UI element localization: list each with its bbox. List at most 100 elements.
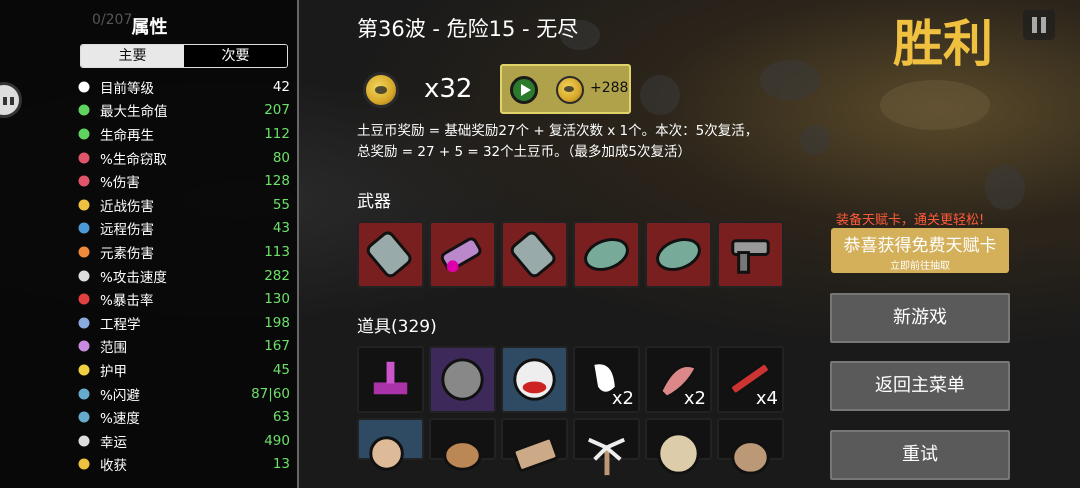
weapon-slot-spiked-shield[interactable]: [573, 221, 640, 288]
stats-tab-group: 主要 次要: [80, 44, 288, 68]
item-slot-ugly-face[interactable]: [645, 418, 712, 475]
stat-label: 元素伤害: [100, 245, 154, 262]
gatling-gun-icon: [731, 239, 770, 274]
dodge-icon: [76, 386, 92, 402]
weapon-slot-gatling-gun[interactable]: [717, 221, 784, 288]
world-enemy: [640, 75, 680, 115]
item-count: x2: [611, 388, 634, 409]
stat-value: 490: [264, 432, 290, 449]
new-game-button[interactable]: 新游戏: [830, 293, 1010, 343]
skull-icon: [76, 79, 92, 95]
reward-description: 土豆币奖励 = 基础奖励27个 + 复活次数 x 1个。本次：5次复活， 总奖励…: [357, 121, 797, 163]
item-slot-bag[interactable]: [429, 418, 496, 471]
item-slot-snail[interactable]: [357, 418, 424, 471]
stat-label: %闪避: [100, 387, 140, 404]
item-slot-clown-face[interactable]: [501, 346, 568, 413]
altar-icon: [371, 361, 410, 397]
world-enemy: [760, 60, 820, 100]
stat-value: 45: [272, 361, 290, 378]
weapon-slot-spiked-shield[interactable]: [645, 221, 712, 288]
weapon-slot-flamethrower[interactable]: [429, 221, 496, 288]
free-talent-card-button[interactable]: 恭喜获得免费天赋卡 立即前往抽取: [831, 228, 1009, 273]
stat-value: 13: [272, 456, 290, 473]
stat-row: %生命窃取 80: [76, 146, 290, 170]
stat-row: 范围 167: [76, 335, 290, 359]
items-heading: 道具(329): [357, 317, 437, 337]
world-enemy: [985, 165, 1025, 210]
stat-label: %速度: [100, 411, 140, 428]
boot-icon: [76, 409, 92, 425]
banknote-icon: [512, 436, 559, 472]
flame-icon: [76, 244, 92, 260]
stat-value: 63: [272, 409, 290, 426]
sack-icon: [731, 440, 770, 475]
stat-value: 113: [264, 243, 290, 260]
tab-secondary[interactable]: 次要: [184, 45, 287, 67]
item-slot-palm-tree[interactable]: [573, 418, 640, 476]
pause-side-button[interactable]: [0, 82, 22, 118]
weapon-slot-minigun[interactable]: [357, 221, 424, 288]
weapon-slot-minigun[interactable]: [501, 221, 568, 288]
stat-label: 工程学: [100, 316, 141, 333]
stat-value: 80: [272, 149, 290, 166]
stat-label: 收获: [100, 458, 127, 475]
minigun-icon: [366, 231, 412, 278]
spiked-shield-icon: [584, 238, 629, 271]
retry-button[interactable]: 重试: [830, 430, 1010, 480]
tab-main[interactable]: 主要: [81, 45, 184, 67]
spiked-shield-icon: [656, 238, 701, 271]
harvest-icon: [76, 456, 92, 472]
shield-icon: [76, 362, 92, 378]
potato-coin-icon: [363, 72, 399, 108]
clown-face-icon: [513, 358, 556, 401]
play-icon: [510, 76, 538, 104]
stat-row: 远程伤害 43: [76, 217, 290, 241]
clover-icon: [76, 433, 92, 449]
stat-label: 近战伤害: [100, 198, 154, 215]
reward-desc-line2: 总奖励 = 27 + 5 = 32个土豆币。（最多加成5次复活）: [357, 144, 691, 160]
crit-icon: [76, 291, 92, 307]
promo-sub-label: 立即前往抽取: [890, 261, 950, 272]
wave-title: 第36波 - 危险15 - 无尽: [357, 17, 579, 41]
pause-icon[interactable]: [1023, 10, 1055, 40]
stat-row: 生命再生 112: [76, 122, 290, 146]
main-menu-button[interactable]: 返回主菜单: [830, 361, 1010, 411]
damage-icon: [76, 173, 92, 189]
minigun-icon: [510, 231, 556, 278]
hourglass-icon: [76, 268, 92, 284]
item-slot-tooth[interactable]: x2: [573, 346, 640, 413]
bag-icon: [443, 440, 482, 471]
stat-label: 幸运: [100, 434, 127, 451]
item-slot-syringe[interactable]: x4: [717, 346, 784, 413]
promo-main-label: 恭喜获得免费天赋卡: [843, 236, 997, 256]
item-count: x2: [683, 388, 706, 409]
flamethrower-icon: [440, 237, 482, 273]
watch-ad-bonus-button[interactable]: +288: [500, 64, 631, 114]
item-slot-altar[interactable]: [357, 346, 424, 413]
stat-label: 目前等级: [100, 80, 154, 97]
stat-label: 护甲: [100, 363, 127, 380]
stat-value: 87|60: [251, 385, 290, 402]
stat-label: 最大生命值: [100, 104, 168, 121]
stat-row: 工程学 198: [76, 311, 290, 335]
stat-label: %暴击率: [100, 293, 154, 310]
stat-value: 42: [272, 78, 290, 95]
stat-row: 目前等级 42: [76, 75, 290, 99]
stat-row: 近战伤害 55: [76, 193, 290, 217]
stat-value: 167: [264, 338, 290, 355]
stat-label: 范围: [100, 340, 127, 357]
stats-panel: 0/207 属性 主要 次要 目前等级 42 最大生命值 207 生命再生 112 %生命窃…: [0, 0, 299, 488]
regen-icon: [76, 126, 92, 142]
bow-icon: [76, 220, 92, 236]
item-slot-sack[interactable]: [717, 418, 784, 475]
item-slot-banknote[interactable]: [501, 418, 568, 472]
stat-value: 198: [264, 314, 290, 331]
sword-icon: [76, 197, 92, 213]
fangs-icon: [76, 150, 92, 166]
victory-title: 胜利: [893, 15, 993, 73]
palm-tree-icon: [587, 437, 626, 476]
item-slot-flesh-arm[interactable]: x2: [645, 346, 712, 413]
item-slot-mine[interactable]: [429, 346, 496, 413]
stat-value: 130: [264, 291, 290, 308]
wrench-icon: [76, 315, 92, 331]
